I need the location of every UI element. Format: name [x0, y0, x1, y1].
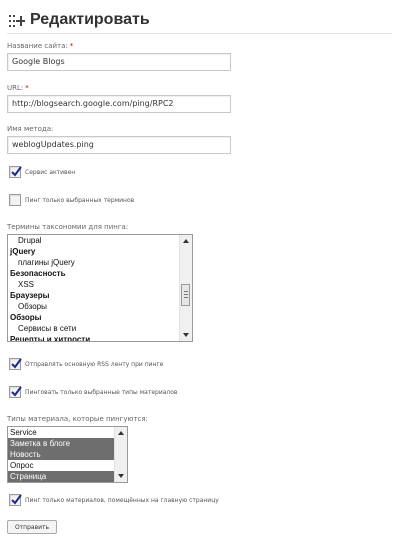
required-mark: *: [25, 84, 29, 92]
taxonomy-label: Термины таксономии для пинга:: [7, 223, 129, 231]
taxonomy-option[interactable]: Обзоры: [8, 301, 179, 312]
ping-frontpage-checkbox[interactable]: [9, 494, 22, 506]
content-type-option[interactable]: Новость: [8, 449, 114, 460]
ping-selected-terms-checkbox[interactable]: [9, 194, 21, 206]
ping-selected-terms-label: Пинг только выбранных терминов: [25, 197, 135, 204]
send-main-rss-checkbox[interactable]: [9, 358, 22, 370]
scroll-up-icon[interactable]: [118, 431, 124, 435]
required-mark: *: [69, 42, 74, 50]
grip-line: [184, 294, 188, 296]
taxonomy-option[interactable]: Сервисы в сети: [8, 323, 179, 334]
taxonomy-terms-listbox[interactable]: Drupal jQuery плагины jQuery Безопасность XS…: [7, 234, 193, 342]
site-name-input[interactable]: Google Blogs: [7, 53, 231, 71]
taxonomy-option[interactable]: плагины jQuery: [8, 257, 179, 268]
method-label: Имя метода:: [7, 125, 54, 133]
url-input[interactable]: http://blogsearch.google.com/ping/RPC2: [7, 95, 231, 113]
page-title: Редактировать: [30, 11, 150, 28]
checkmark-icon: [11, 386, 22, 397]
scroll-up-icon[interactable]: [183, 239, 189, 243]
scroll-down-icon[interactable]: [118, 474, 124, 478]
url-label: URL: *: [7, 84, 29, 92]
checkmark-icon: [11, 358, 22, 369]
content-type-options: Service Заметка в блоге Новость Опрос Страни…: [8, 427, 114, 482]
site-name-label: Название сайта: *: [7, 42, 73, 50]
scroll-down-icon[interactable]: [183, 333, 189, 337]
grip-line: [184, 297, 188, 299]
content-types-listbox[interactable]: Service Заметка в блоге Новость Опрос Страни…: [7, 426, 128, 483]
taxonomy-option[interactable]: Безопасность: [8, 268, 179, 279]
ping-selected-types-checkbox[interactable]: [9, 386, 22, 398]
taxonomy-options: Drupal jQuery плагины jQuery Безопасность XS…: [8, 235, 179, 341]
content-type-option[interactable]: Заметка в блоге: [8, 438, 114, 449]
method-input[interactable]: weblogUpdates.ping: [7, 136, 231, 154]
url-label-text: URL:: [7, 84, 24, 92]
send-main-rss-label: Отправлять основную RSS ленту при пинге: [25, 361, 164, 368]
checkmark-icon: [11, 166, 22, 177]
taxonomy-option[interactable]: Рецепты и хитрости: [8, 334, 179, 341]
taxonomy-option[interactable]: XSS: [8, 279, 179, 290]
content-types-scrollbar[interactable]: [114, 427, 127, 482]
taxonomy-option[interactable]: Обзоры: [8, 312, 179, 323]
checkmark-icon: [11, 494, 22, 505]
content-type-option[interactable]: Опрос: [8, 460, 114, 471]
grip-line: [184, 291, 188, 293]
service-active-checkbox[interactable]: [9, 166, 22, 178]
taxonomy-option[interactable]: jQuery: [8, 246, 179, 257]
service-active-label: Сервис активен: [25, 169, 76, 176]
taxonomy-option[interactable]: Drupal: [8, 235, 179, 246]
scroll-thumb[interactable]: [181, 284, 190, 307]
page-header: Редактировать: [7, 11, 392, 34]
content-type-option[interactable]: Service: [8, 427, 114, 438]
site-name-label-text: Название сайта:: [7, 42, 68, 50]
taxonomy-scrollbar[interactable]: [179, 235, 192, 341]
content-types-label: Типы материала, которые пингуются:: [7, 415, 148, 423]
add-edit-icon: [9, 15, 25, 27]
ping-frontpage-label: Пинг только материалов, помещённых на гл…: [25, 497, 219, 504]
submit-button[interactable]: Отправить: [7, 520, 57, 534]
content-type-option[interactable]: Страница: [8, 471, 114, 482]
ping-selected-types-label: Пинговать только выбранные типы материал…: [25, 389, 178, 396]
taxonomy-option[interactable]: Браузеры: [8, 290, 179, 301]
